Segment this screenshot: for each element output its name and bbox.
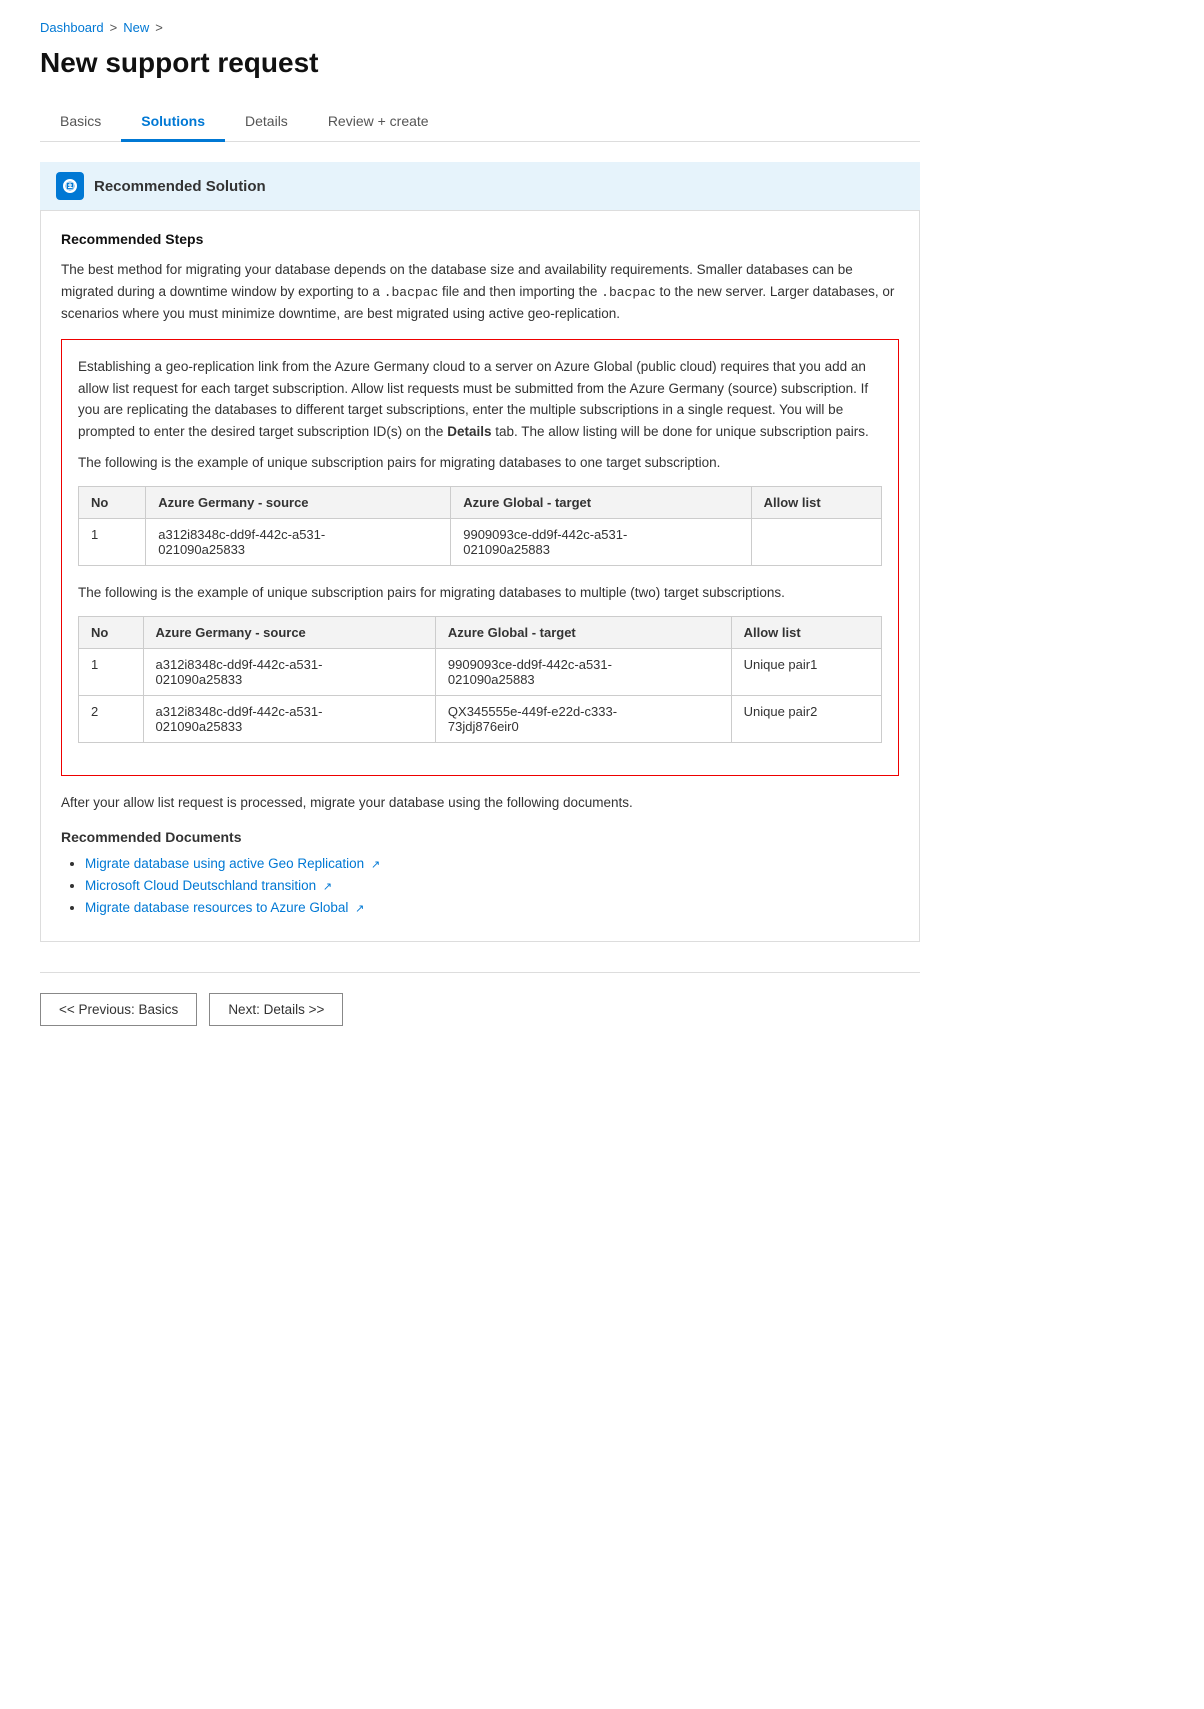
- external-link-icon-1: ↗: [371, 858, 380, 871]
- after-box-paragraph: After your allow list request is process…: [61, 792, 899, 814]
- table2-header-source: Azure Germany - source: [143, 616, 435, 648]
- table2-header-no: No: [79, 616, 144, 648]
- table-row: 1 a312i8348c-dd9f-442c-a531-021090a25833…: [79, 648, 882, 695]
- highlight-box: Establishing a geo-replication link from…: [61, 339, 899, 776]
- tab-solutions[interactable]: Solutions: [121, 103, 225, 142]
- solution-header-label: Recommended Solution: [94, 178, 266, 195]
- table2-header-target: Azure Global - target: [435, 616, 731, 648]
- table1-header-target: Azure Global - target: [451, 486, 751, 518]
- table2-row2-source: a312i8348c-dd9f-442c-a531-021090a25833: [143, 695, 435, 742]
- tab-bar: Basics Solutions Details Review + create: [40, 103, 920, 142]
- table2-row1-allow: Unique pair1: [731, 648, 881, 695]
- table1-row1-no: 1: [79, 518, 146, 565]
- table1-header-source: Azure Germany - source: [146, 486, 451, 518]
- breadcrumb: Dashboard > New >: [40, 20, 920, 35]
- doc-link-2[interactable]: Microsoft Cloud Deutschland transition ↗: [85, 878, 332, 893]
- table1: No Azure Germany - source Azure Global -…: [78, 486, 882, 566]
- doc-link-2-label: Microsoft Cloud Deutschland transition: [85, 878, 316, 893]
- table2-row1-no: 1: [79, 648, 144, 695]
- table2-intro-text: The following is the example of unique s…: [78, 582, 882, 604]
- tab-basics[interactable]: Basics: [40, 103, 121, 142]
- content-card: Recommended Steps The best method for mi…: [40, 210, 920, 942]
- table1-intro-text: The following is the example of unique s…: [78, 452, 882, 474]
- page-title: New support request: [40, 47, 920, 79]
- table2-row2-no: 2: [79, 695, 144, 742]
- list-item: Migrate database resources to Azure Glob…: [85, 899, 899, 915]
- list-item: Migrate database using active Geo Replic…: [85, 855, 899, 871]
- table1-header-no: No: [79, 486, 146, 518]
- table2-header-allow: Allow list: [731, 616, 881, 648]
- table1-header-allow: Allow list: [751, 486, 881, 518]
- table1-row1-source: a312i8348c-dd9f-442c-a531-021090a25833: [146, 518, 451, 565]
- table1-row1-target: 9909093ce-dd9f-442c-a531-021090a25883: [451, 518, 751, 565]
- table2-row2-allow: Unique pair2: [731, 695, 881, 742]
- external-link-icon-3: ↗: [355, 902, 364, 915]
- breadcrumb-dashboard[interactable]: Dashboard: [40, 20, 104, 35]
- doc-link-3-label: Migrate database resources to Azure Glob…: [85, 900, 348, 915]
- rec-docs-title: Recommended Documents: [61, 829, 899, 845]
- intro-paragraph: The best method for migrating your datab…: [61, 259, 899, 325]
- table2-row2-target: QX345555e-449f-e22d-c333-73jdj876eir0: [435, 695, 731, 742]
- table2-row1-source: a312i8348c-dd9f-442c-a531-021090a25833: [143, 648, 435, 695]
- list-item: Microsoft Cloud Deutschland transition ↗: [85, 877, 899, 893]
- doc-list: Migrate database using active Geo Replic…: [61, 855, 899, 915]
- table-row: 1 a312i8348c-dd9f-442c-a531-021090a25833…: [79, 518, 882, 565]
- external-link-icon-2: ↗: [323, 880, 332, 893]
- prev-button[interactable]: << Previous: Basics: [40, 993, 197, 1026]
- table1-row1-allow: [751, 518, 881, 565]
- next-button[interactable]: Next: Details >>: [209, 993, 343, 1026]
- tab-review-create[interactable]: Review + create: [308, 103, 449, 142]
- solution-icon: [56, 172, 84, 200]
- table2: No Azure Germany - source Azure Global -…: [78, 616, 882, 743]
- highlight-para1: Establishing a geo-replication link from…: [78, 356, 882, 442]
- footer-buttons: << Previous: Basics Next: Details >>: [40, 972, 920, 1026]
- tab-details[interactable]: Details: [225, 103, 308, 142]
- doc-link-1[interactable]: Migrate database using active Geo Replic…: [85, 856, 380, 871]
- doc-link-3[interactable]: Migrate database resources to Azure Glob…: [85, 900, 364, 915]
- solution-header: Recommended Solution: [40, 162, 920, 210]
- table2-row1-target: 9909093ce-dd9f-442c-a531-021090a25883: [435, 648, 731, 695]
- table-row: 2 a312i8348c-dd9f-442c-a531-021090a25833…: [79, 695, 882, 742]
- doc-link-1-label: Migrate database using active Geo Replic…: [85, 856, 364, 871]
- breadcrumb-new[interactable]: New: [123, 20, 149, 35]
- recommended-steps-title: Recommended Steps: [61, 231, 899, 247]
